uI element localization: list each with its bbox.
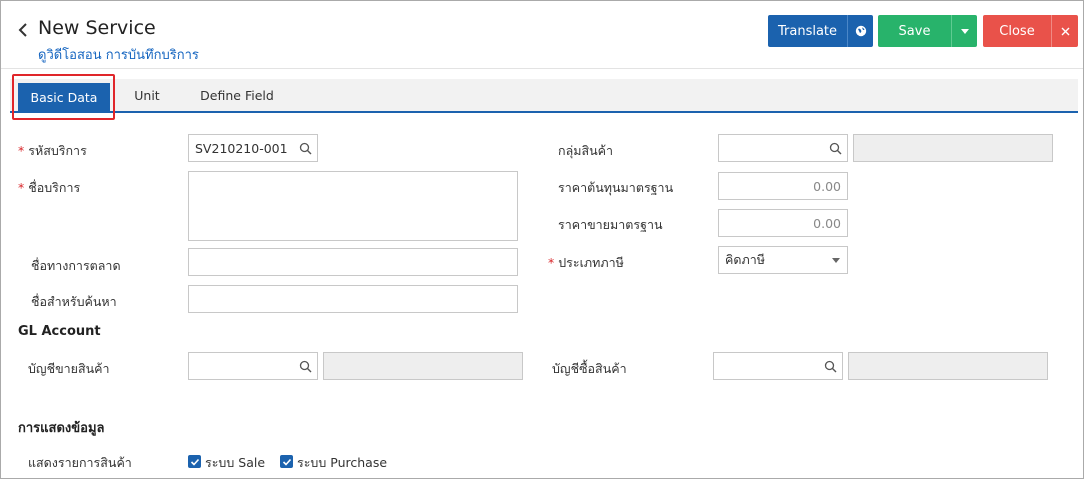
display-heading: การแสดงข้อมูล [18, 421, 105, 436]
product-group-label: กลุ่มสินค้า [558, 143, 614, 158]
chevron-down-icon [832, 258, 840, 263]
search-icon[interactable] [829, 142, 842, 155]
marketing-name-label: ชื่อทางการตลาด [31, 258, 121, 273]
search-name-label: ชื่อสำหรับค้นหา [31, 294, 117, 309]
globe-icon [855, 25, 866, 37]
search-icon[interactable] [824, 360, 837, 373]
tab-bar: Basic Data Unit Define Field [10, 79, 1078, 113]
tab-highlight-box [12, 74, 115, 120]
save-options-button[interactable] [951, 15, 977, 47]
required-marker: * [548, 255, 555, 270]
standard-price-value: 0.00 [813, 215, 841, 231]
standard-price-label: ราคาขายมาตรฐาน [558, 217, 663, 232]
tax-type-value: คิดภาษี [725, 252, 765, 267]
checkmark-icon [190, 458, 199, 466]
header-divider [1, 68, 1083, 69]
required-marker: * [18, 143, 25, 158]
close-x-button[interactable] [1051, 15, 1078, 47]
purchase-account-input[interactable] [713, 352, 843, 380]
service-code-value: SV210210-001 [195, 140, 288, 156]
purchase-account-label: บัญชีซื้อสินค้า [552, 361, 627, 376]
sale-system-label[interactable]: ระบบ Sale [205, 453, 265, 473]
sale-system-checkbox[interactable] [188, 455, 201, 468]
translate-button-label: Translate [777, 23, 838, 39]
tab-define-field[interactable]: Define Field [190, 79, 284, 111]
service-name-textarea[interactable] [188, 171, 518, 241]
service-code-input[interactable]: SV210210-001 [188, 134, 318, 162]
service-code-label: * รหัสบริการ [18, 143, 87, 158]
caret-down-icon [960, 28, 969, 34]
search-icon[interactable] [299, 142, 312, 155]
close-button[interactable]: Close [983, 15, 1051, 47]
required-marker: * [18, 180, 25, 195]
search-icon[interactable] [299, 360, 312, 373]
translate-button[interactable]: Translate [768, 15, 847, 47]
service-name-label: * ชื่อบริการ [18, 180, 81, 195]
purchase-system-checkbox[interactable] [280, 455, 293, 468]
tax-type-label: * ประเภทภาษี [548, 255, 624, 270]
sales-account-label: บัญชีขายสินค้า [28, 361, 110, 376]
show-items-label: แสดงรายการสินค้า [28, 455, 132, 470]
marketing-name-input[interactable] [188, 248, 518, 276]
purchase-account-name-readonly [848, 352, 1048, 380]
sales-account-name-readonly [323, 352, 523, 380]
sales-account-input[interactable] [188, 352, 318, 380]
page-title: New Service [38, 17, 156, 39]
save-button-label: Save [898, 23, 931, 39]
search-name-input[interactable] [188, 285, 518, 313]
product-group-input[interactable] [718, 134, 848, 162]
tax-type-select[interactable]: คิดภาษี [718, 246, 848, 274]
gl-account-heading: GL Account [18, 324, 101, 339]
language-button[interactable] [847, 15, 873, 47]
back-arrow-icon[interactable] [15, 19, 31, 41]
purchase-system-label[interactable]: ระบบ Purchase [297, 453, 387, 473]
tab-unit[interactable]: Unit [122, 79, 172, 111]
checkmark-icon [282, 458, 291, 466]
close-button-label: Close [999, 23, 1035, 39]
close-icon [1061, 27, 1069, 35]
standard-price-input[interactable]: 0.00 [718, 209, 848, 237]
standard-cost-value: 0.00 [813, 178, 841, 194]
standard-cost-label: ราคาต้นทุนมาตรฐาน [558, 180, 674, 195]
window: New Service ดูวิดีโอสอน การบันทึกบริการ … [0, 0, 1084, 479]
product-group-name-readonly [853, 134, 1053, 162]
tutorial-video-link[interactable]: ดูวิดีโอสอน การบันทึกบริการ [38, 44, 199, 65]
save-button[interactable]: Save [878, 15, 951, 47]
standard-cost-input[interactable]: 0.00 [718, 172, 848, 200]
